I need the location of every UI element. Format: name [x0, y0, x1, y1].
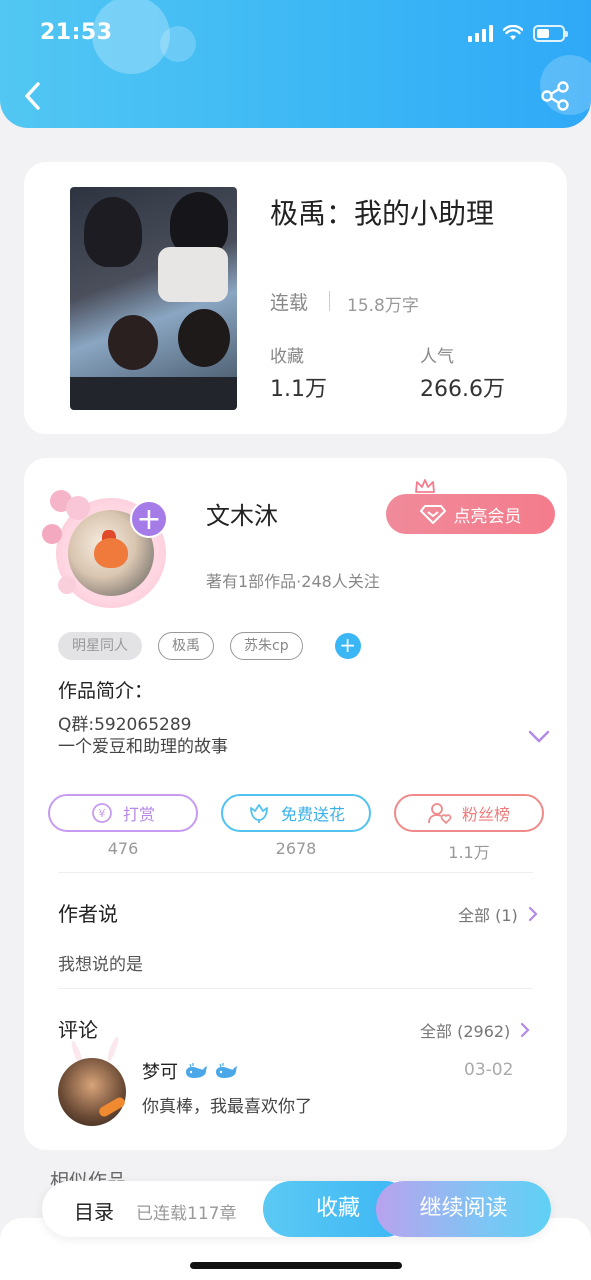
author-says-all-label: 全部 (1): [458, 906, 518, 925]
tag[interactable]: 苏朱cp: [230, 632, 303, 660]
status-time: 21:53: [40, 20, 113, 45]
follow-plus-button[interactable]: +: [130, 500, 168, 538]
top-header: 21:53: [0, 0, 591, 128]
tag-list: 明星同人 极禹 苏朱cp +: [58, 632, 361, 660]
author-card: + 文木沐 点亮会员 著有1部作品·248人关注 明星同人 极禹 苏朱cp + …: [24, 458, 567, 1150]
add-tag-button[interactable]: +: [334, 633, 361, 659]
svg-text:¥: ¥: [98, 807, 105, 820]
author-says-text: 我想说的是: [58, 955, 143, 975]
fan-rank-label: 粉丝榜: [461, 805, 510, 824]
continue-reading-button[interactable]: 继续阅读: [376, 1181, 551, 1237]
chevron-down-icon[interactable]: [528, 730, 550, 744]
fan-count: 1.1万: [448, 843, 490, 862]
decor-bubble: [160, 26, 196, 62]
tag[interactable]: 极禹: [158, 632, 214, 660]
author-says-all-link[interactable]: 全部 (1): [458, 902, 538, 926]
flower-icon: [250, 804, 268, 823]
commenter-name-row: 梦可: [142, 1058, 238, 1084]
author-meta: 著有1部作品·248人关注: [206, 572, 380, 591]
comments-all-label: 全部 (2962): [420, 1022, 511, 1041]
diamond-icon: [419, 505, 446, 524]
vip-button[interactable]: 点亮会员: [386, 494, 555, 534]
favorites-label: 收藏: [270, 347, 304, 367]
whale-badge-icon: [216, 1063, 237, 1078]
book-info-card: 极禹：我的小助理 连载 15.8万字 收藏 1.1万 人气 266.6万: [24, 162, 567, 434]
toc-button[interactable]: 目录: [74, 1196, 114, 1225]
book-cover[interactable]: [70, 187, 237, 410]
divider: [329, 291, 330, 311]
tip-label: 打赏: [122, 805, 155, 824]
chevron-right-icon: [528, 906, 538, 922]
crown-icon: [415, 479, 435, 493]
tip-count: 476: [107, 839, 139, 858]
commenter-avatar[interactable]: [58, 1058, 126, 1126]
vip-label: 点亮会员: [453, 506, 522, 527]
coin-icon: ¥: [92, 803, 112, 823]
fan-rank-button[interactable]: 粉丝榜: [394, 794, 544, 832]
tip-button[interactable]: ¥ 打赏: [48, 794, 198, 832]
user-heart-icon: [428, 803, 452, 824]
comments-all-link[interactable]: 全部 (2962): [420, 1018, 530, 1042]
book-status: 连载: [270, 292, 309, 314]
bottom-action-bar: 目录 已连载117章 收藏 继续阅读: [42, 1181, 551, 1237]
signal-icon: [468, 24, 493, 42]
intro-label: 作品简介：: [58, 680, 154, 702]
intro-text: Q群:592065289 一个爱豆和助理的故事: [58, 715, 228, 757]
bunny-ear-decor: [103, 1033, 123, 1065]
send-flower-button[interactable]: 免费送花: [221, 794, 371, 832]
divider: [58, 988, 533, 989]
tag[interactable]: 明星同人: [58, 632, 142, 660]
comments-title: 评论: [58, 1018, 98, 1042]
divider: [58, 872, 533, 873]
book-title: 极禹：我的小助理: [270, 197, 495, 230]
home-indicator: [190, 1262, 402, 1269]
battery-icon: [533, 24, 568, 42]
book-word-count: 15.8万字: [347, 296, 419, 316]
comment-date: 03-02: [464, 1060, 514, 1080]
comment-text: 你真棒，我最喜欢你了: [142, 1097, 312, 1117]
back-button[interactable]: [18, 78, 48, 114]
status-icons: [468, 24, 568, 42]
favorites-value: 1.1万: [270, 377, 327, 402]
chevron-right-icon: [521, 1022, 530, 1038]
share-button[interactable]: [539, 80, 571, 112]
flower-count: 2678: [275, 839, 317, 858]
popularity-label: 人气: [420, 347, 454, 367]
chapter-count: 已连载117章: [136, 1204, 237, 1224]
author-says-title: 作者说: [58, 902, 118, 926]
whale-badge-icon: [186, 1063, 207, 1078]
send-flower-label: 免费送花: [280, 805, 345, 824]
popularity-value: 266.6万: [420, 377, 505, 402]
wifi-icon: [503, 25, 523, 40]
author-name[interactable]: 文木沐: [206, 496, 278, 531]
commenter-name[interactable]: 梦可: [142, 1058, 178, 1084]
